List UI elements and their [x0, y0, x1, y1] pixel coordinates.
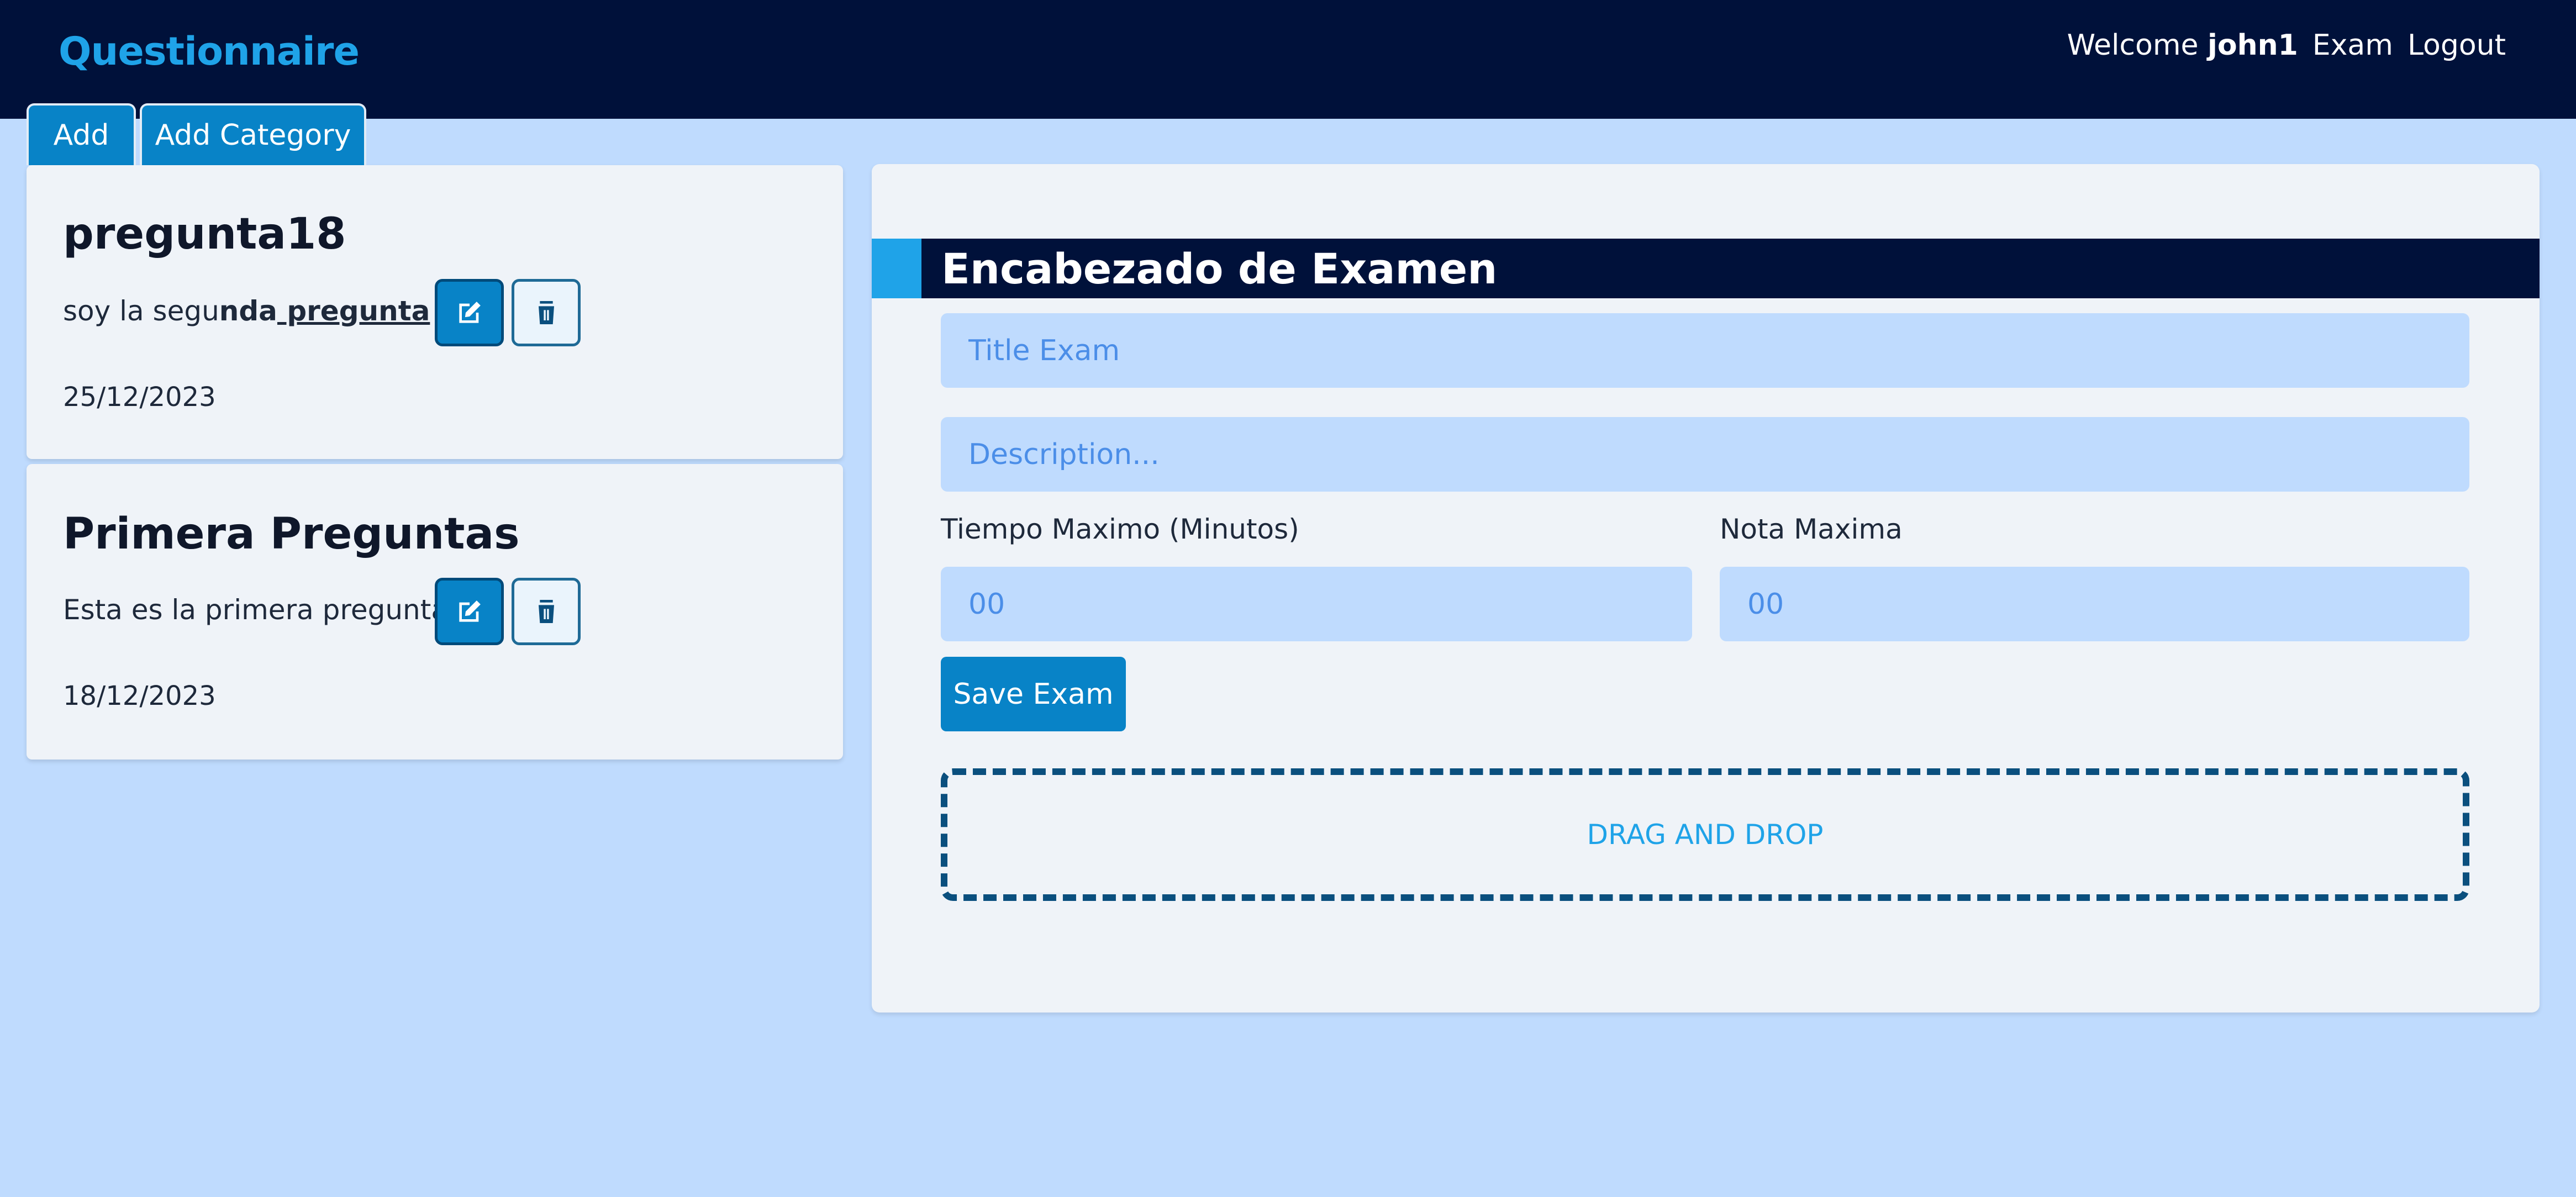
question-date: 18/12/2023	[63, 681, 216, 711]
grade-label: Nota Maxima	[1720, 513, 1903, 545]
exam-header-title: Encabezado de Examen	[941, 244, 1498, 293]
exam-link[interactable]: Exam	[2312, 29, 2393, 62]
exam-form-panel: Encabezado de Examen Tiempo Maximo (Minu…	[872, 164, 2540, 1013]
title-exam-input[interactable]	[941, 313, 2469, 388]
header-accent	[872, 239, 921, 298]
edit-icon	[459, 302, 481, 323]
question-card: Primera Preguntas Esta es la primera pre…	[27, 464, 843, 760]
question-title: pregunta18	[63, 209, 346, 259]
delete-button[interactable]	[512, 279, 581, 346]
logout-link[interactable]: Logout	[2408, 29, 2506, 62]
time-label: Tiempo Maximo (Minutos)	[941, 513, 1299, 545]
question-description-part: nda	[219, 295, 277, 327]
question-description-part: soy la segu	[63, 295, 219, 327]
add-category-tab[interactable]: Add Category	[140, 103, 366, 165]
edit-button[interactable]	[435, 279, 504, 346]
edit-icon	[459, 600, 481, 622]
brand-title[interactable]: Questionnaire	[59, 29, 360, 74]
time-input[interactable]	[941, 567, 1692, 641]
grade-input[interactable]	[1720, 567, 2469, 641]
delete-button[interactable]	[512, 578, 581, 645]
save-exam-button[interactable]: Save Exam	[941, 657, 1126, 731]
drag-drop-zone[interactable]: DRAG AND DROP	[941, 768, 2469, 901]
trash-icon	[538, 600, 554, 623]
exam-header-bar: Encabezado de Examen	[872, 239, 2540, 298]
question-card: pregunta18 soy la segunda pregunta 25/12…	[27, 165, 843, 459]
question-description: Esta es la primera pregunta	[63, 594, 448, 626]
top-navbar: Questionnaire Welcome john1 Exam Logout	[0, 0, 2576, 119]
welcome-label: Welcome	[2067, 29, 2199, 62]
question-title: Primera Preguntas	[63, 509, 520, 559]
add-tab[interactable]: Add	[27, 103, 136, 165]
description-input[interactable]	[941, 417, 2469, 492]
question-description-part: pregunta	[277, 295, 430, 327]
question-description: soy la segunda pregunta	[63, 295, 430, 327]
trash-icon	[538, 301, 554, 324]
username: john1	[2208, 29, 2298, 62]
edit-button[interactable]	[435, 578, 504, 645]
nav-right: Welcome john1 Exam Logout	[2067, 29, 2506, 62]
welcome-text: Welcome john1	[2067, 29, 2298, 62]
question-date: 25/12/2023	[63, 382, 216, 413]
